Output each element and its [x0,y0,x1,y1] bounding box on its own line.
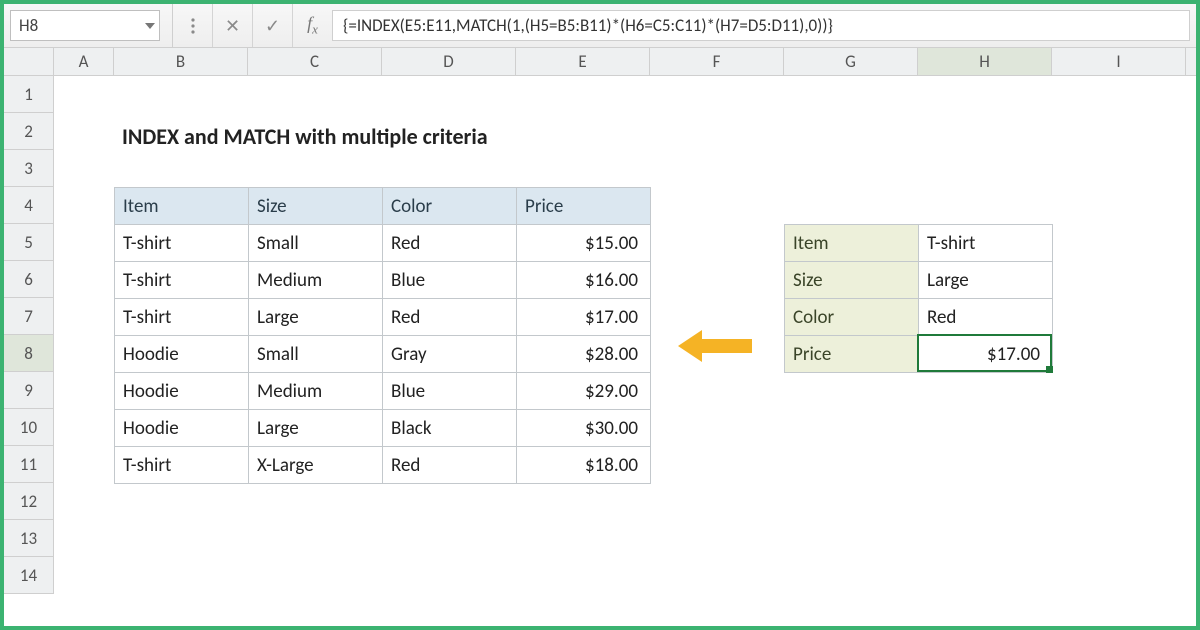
fx-icon[interactable]: fx [292,4,332,47]
row-header-1[interactable]: 1 [4,76,53,113]
formula-input[interactable]: {=INDEX(E5:E11,MATCH(1,(H5=B5:B11)*(H6=C… [332,10,1190,41]
table-row: T-shirtSmallRed$15.00 [115,225,651,262]
cell[interactable]: Medium [249,262,383,299]
cell[interactable]: Black [383,410,517,447]
cell[interactable]: X-Large [249,447,383,484]
lookup-label[interactable]: Item [785,225,919,262]
row-header-5[interactable]: 5 [4,224,53,261]
cell[interactable]: Red [383,299,517,336]
lookup-value[interactable]: Large [919,262,1053,299]
name-box[interactable]: H8 [10,10,160,41]
row-header-14[interactable]: 14 [4,557,53,594]
page-title: INDEX and MATCH with multiple criteria [122,123,488,150]
table-row: HoodieLargeBlack$30.00 [115,410,651,447]
lookup-row: ColorRed [785,299,1053,336]
header-price[interactable]: Price [517,188,651,225]
row-header-3[interactable]: 3 [4,150,53,187]
formula-bar-row: H8 ✕ ✓ fx {=INDEX(E5:E11,MATCH(1,(H5=B5:… [4,4,1196,48]
row-header-9[interactable]: 9 [4,372,53,409]
cell[interactable]: T-shirt [115,299,249,336]
cell[interactable]: Red [383,447,517,484]
column-headers: ABCDEFGHI [54,48,1196,76]
lookup-value[interactable]: T-shirt [919,225,1053,262]
data-table: Item Size Color Price T-shirtSmallRed$15… [114,187,651,484]
cell[interactable]: Blue [383,262,517,299]
row-headers: 1234567891011121314 [4,76,54,594]
cell[interactable]: T-shirt [115,262,249,299]
col-header-F[interactable]: F [650,48,784,75]
cell[interactable]: $16.00 [517,262,651,299]
cell[interactable]: T-shirt [115,447,249,484]
arrow-left-icon [678,328,752,369]
lookup-row: ItemT-shirt [785,225,1053,262]
cell[interactable]: $17.00 [517,299,651,336]
name-box-value: H8 [19,15,38,36]
col-header-D[interactable]: D [382,48,516,75]
cell[interactable]: T-shirt [115,225,249,262]
row-header-7[interactable]: 7 [4,298,53,335]
lookup-row: SizeLarge [785,262,1053,299]
cancel-icon[interactable]: ✕ [212,4,252,47]
lookup-label[interactable]: Size [785,262,919,299]
col-header-I[interactable]: I [1052,48,1186,75]
cell[interactable]: $28.00 [517,336,651,373]
table-row: T-shirtMediumBlue$16.00 [115,262,651,299]
row-header-2[interactable]: 2 [4,113,53,150]
cell[interactable]: $15.00 [517,225,651,262]
col-header-E[interactable]: E [516,48,650,75]
col-header-A[interactable]: A [54,48,114,75]
cell[interactable]: Red [383,225,517,262]
row-header-4[interactable]: 4 [4,187,53,224]
cell[interactable]: Gray [383,336,517,373]
table-row: HoodieSmallGray$28.00 [115,336,651,373]
cell[interactable]: Small [249,225,383,262]
cell[interactable]: Large [249,410,383,447]
cell[interactable]: Small [249,336,383,373]
app-frame: H8 ✕ ✓ fx {=INDEX(E5:E11,MATCH(1,(H5=B5:… [0,0,1200,630]
cell[interactable]: Hoodie [115,373,249,410]
cell[interactable]: $29.00 [517,373,651,410]
lookup-table: ItemT-shirtSizeLargeColorRedPrice$17.00 [784,224,1053,373]
goto-special-dots-icon[interactable] [172,4,212,47]
formula-text: {=INDEX(E5:E11,MATCH(1,(H5=B5:B11)*(H6=C… [343,15,833,36]
col-header-H[interactable]: H [918,48,1052,75]
spreadsheet-grid[interactable]: ABCDEFGHI 1234567891011121314 INDEX and … [4,48,1196,626]
row-header-10[interactable]: 10 [4,409,53,446]
accept-check-icon[interactable]: ✓ [252,4,292,47]
row-header-11[interactable]: 11 [4,446,53,483]
header-item[interactable]: Item [115,188,249,225]
cell[interactable]: Hoodie [115,410,249,447]
lookup-row: Price$17.00 [785,336,1053,373]
col-header-C[interactable]: C [248,48,382,75]
cell[interactable]: Hoodie [115,336,249,373]
row-header-12[interactable]: 12 [4,483,53,520]
table-row: HoodieMediumBlue$29.00 [115,373,651,410]
header-color[interactable]: Color [383,188,517,225]
cell[interactable]: $30.00 [517,410,651,447]
chevron-down-icon[interactable] [145,23,155,29]
header-size[interactable]: Size [249,188,383,225]
lookup-label[interactable]: Price [785,336,919,373]
cell[interactable]: Large [249,299,383,336]
table-header-row: Item Size Color Price [115,188,651,225]
row-header-6[interactable]: 6 [4,261,53,298]
cell[interactable]: Blue [383,373,517,410]
col-header-G[interactable]: G [784,48,918,75]
row-header-13[interactable]: 13 [4,520,53,557]
lookup-label[interactable]: Color [785,299,919,336]
col-header-B[interactable]: B [114,48,248,75]
row-header-8[interactable]: 8 [4,335,53,372]
table-row: T-shirtLargeRed$17.00 [115,299,651,336]
lookup-value[interactable]: $17.00 [919,336,1053,373]
select-all-corner[interactable] [4,48,54,76]
lookup-value[interactable]: Red [919,299,1053,336]
cell[interactable]: $18.00 [517,447,651,484]
cell[interactable]: Medium [249,373,383,410]
table-row: T-shirtX-LargeRed$18.00 [115,447,651,484]
cells-area[interactable]: INDEX and MATCH with multiple criteria I… [54,76,1196,626]
